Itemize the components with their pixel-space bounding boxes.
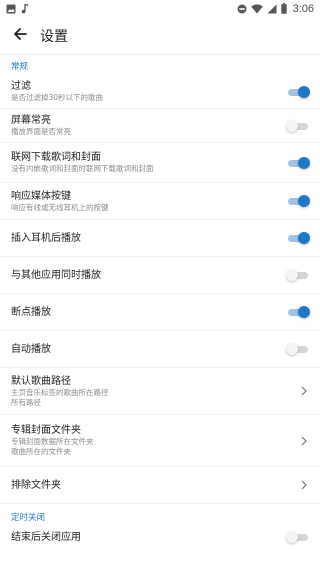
setting-subtitle: 播放界面是否常亮 [11, 127, 71, 136]
setting-title: 断点播放 [11, 306, 51, 318]
close-app-after-end-switch[interactable] [286, 531, 310, 543]
setting-subtitle: 响应有线或无线耳机上的按键 [11, 202, 109, 212]
media-buttons-switch[interactable] [288, 195, 310, 207]
setting-title: 专辑封面文件夹 [11, 425, 81, 436]
section-header-sleep-timer: 定时关闭 [11, 513, 46, 523]
wifi-icon [250, 3, 263, 14]
play-on-headset-switch[interactable] [288, 232, 310, 244]
keep-screen-on-switch[interactable] [286, 119, 310, 132]
setting-value: 歌曲所在的文件夹 [11, 447, 71, 456]
setting-subtitle: 是否过滤掉30秒以下的歌曲 [11, 93, 104, 102]
arrow-left-icon [13, 26, 27, 45]
chevron-right-icon [299, 385, 309, 397]
setting-title: 自动播放 [11, 343, 51, 355]
download-lyrics-cover-switch[interactable] [288, 156, 310, 169]
back-button[interactable] [0, 17, 40, 54]
setting-autoplay[interactable]: 自动播放 [0, 331, 320, 368]
setting-close-app-after-end[interactable]: 结束后关闭应用 [0, 526, 320, 563]
setting-download-lyrics-cover[interactable]: 联网下载歌词和封面 没有内嵌歌词和封面时联网下载歌词和封面 [0, 143, 320, 183]
setting-resume-playback[interactable]: 断点播放 [0, 294, 320, 331]
music-note-icon [21, 3, 29, 14]
setting-play-on-headset[interactable]: 插入耳机后播放 [0, 220, 320, 257]
setting-default-song-path[interactable]: 默认歌曲路径 主页音乐标签的歌曲所在路径 所有路径 [0, 368, 320, 415]
toolbar: 设置 [0, 17, 320, 54]
status-bar: 3:06 [0, 0, 320, 17]
setting-play-with-other-apps[interactable]: 与其他应用同时播放 [0, 257, 320, 294]
setting-title: 默认歌曲路径 [11, 375, 71, 387]
resume-playback-switch[interactable] [288, 306, 310, 318]
setting-title: 响应媒体按键 [11, 190, 71, 202]
setting-exclude-folders[interactable]: 排除文件夹 [0, 467, 320, 504]
settings-list[interactable]: 常规 过滤 是否过滤掉30秒以下的歌曲 屏幕常亮 播放界面是否常亮 联网下载歌词… [0, 54, 320, 568]
photo-icon [6, 4, 16, 14]
setting-subtitle: 专辑封面数据所在文件夹 [11, 437, 94, 446]
setting-title: 联网下载歌词和封面 [11, 152, 101, 163]
setting-title: 插入耳机后播放 [11, 232, 81, 244]
setting-filter[interactable]: 过滤 是否过滤掉30秒以下的歌曲 [0, 75, 320, 109]
setting-album-cover-folder[interactable]: 专辑封面文件夹 专辑封面数据所在文件夹 歌曲所在的文件夹 [0, 415, 320, 467]
setting-value: 所有路径 [11, 397, 41, 407]
setting-title: 结束后关闭应用 [11, 532, 81, 543]
page-title: 设置 [40, 28, 68, 45]
setting-title: 排除文件夹 [11, 479, 61, 491]
section-header-general: 常规 [11, 62, 29, 72]
setting-subtitle: 没有内嵌歌词和封面时联网下载歌词和封面 [11, 164, 154, 173]
setting-title: 屏幕常亮 [11, 115, 51, 126]
cell-signal-icon [267, 4, 277, 14]
filter-switch[interactable] [288, 85, 310, 98]
setting-title: 过滤 [11, 81, 31, 92]
setting-keep-screen-on[interactable]: 屏幕常亮 播放界面是否常亮 [0, 109, 320, 143]
setting-subtitle: 主页音乐标签的歌曲所在路径 [11, 387, 109, 397]
autoplay-switch[interactable] [286, 343, 310, 355]
chevron-right-icon [299, 479, 309, 491]
setting-title: 与其他应用同时播放 [11, 269, 101, 281]
status-time: 3:06 [292, 2, 314, 15]
setting-media-buttons[interactable]: 响应媒体按键 响应有线或无线耳机上的按键 [0, 183, 320, 220]
play-with-other-apps-switch[interactable] [286, 269, 310, 281]
chevron-right-icon [299, 435, 309, 447]
do-not-disturb-icon [237, 4, 247, 14]
battery-icon [280, 3, 287, 14]
